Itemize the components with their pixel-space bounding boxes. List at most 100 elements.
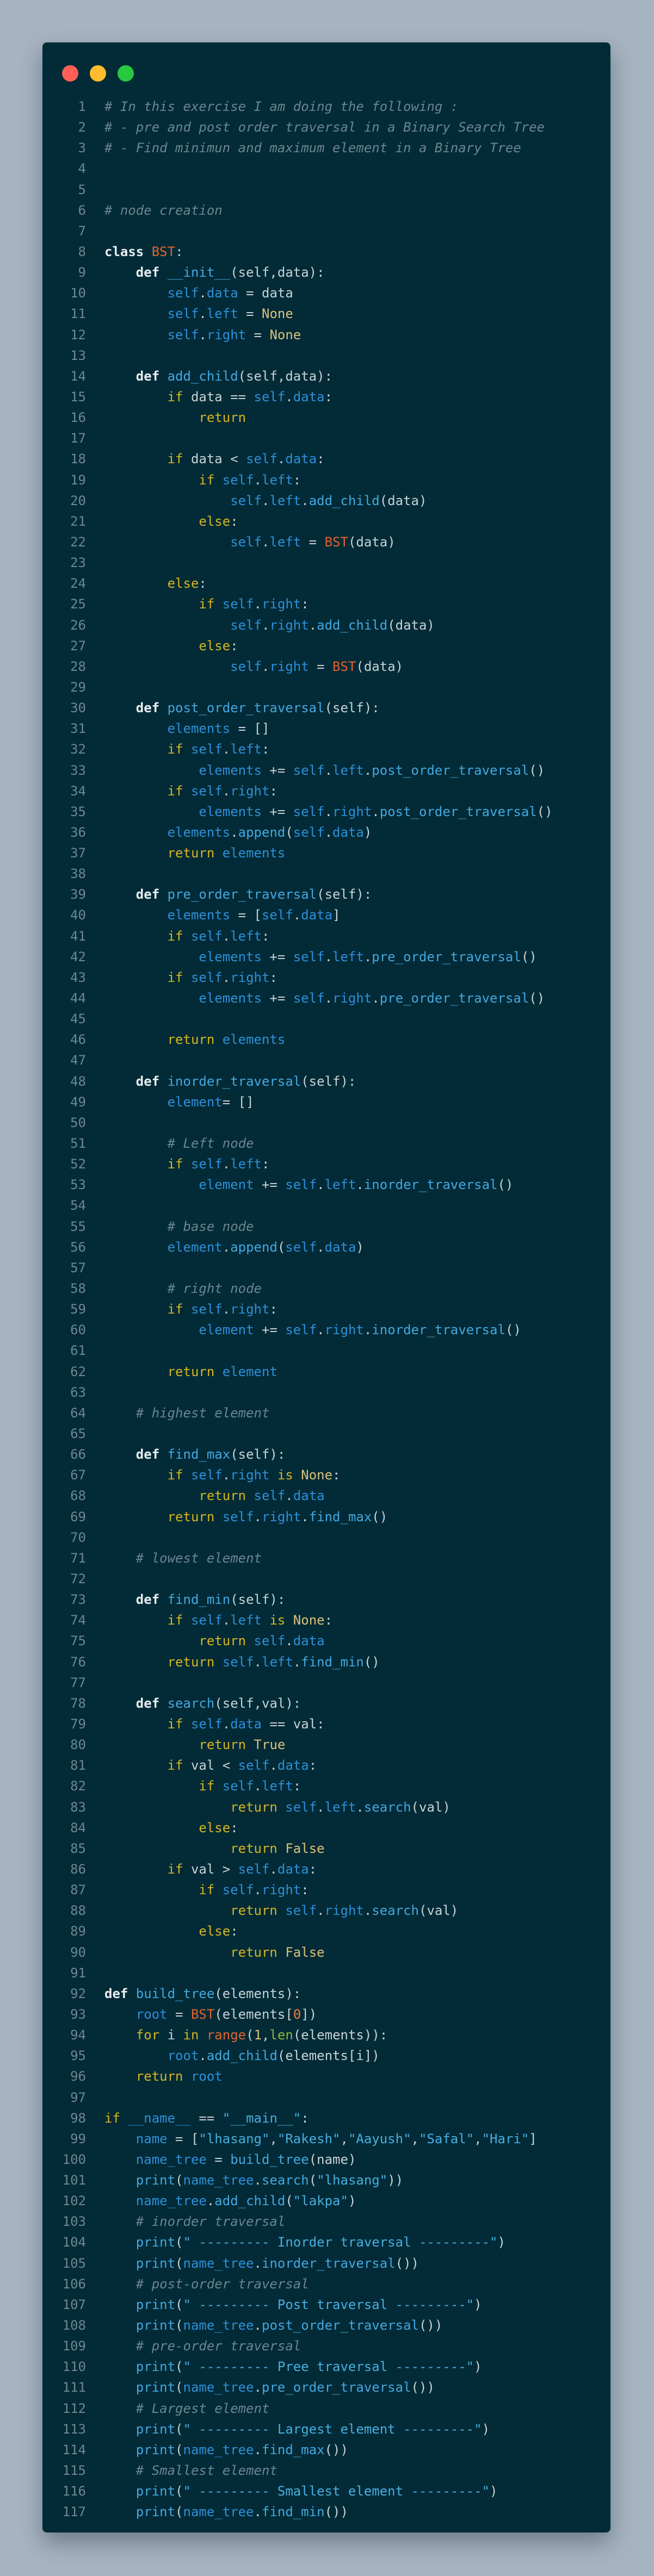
code-token: ,: [474, 2131, 482, 2146]
maximize-button[interactable]: [118, 65, 134, 82]
code-token: .: [222, 1302, 231, 1317]
code-token: .: [363, 1322, 372, 1338]
code-token: print: [135, 2318, 176, 2334]
code-token: search: [372, 1903, 419, 1919]
code-line: 81 if val < self.data:: [42, 1755, 610, 1776]
code-line: 58 # right node: [42, 1278, 610, 1299]
code-line: 111 print(name_tree.pre_order_traversal(…: [42, 2377, 610, 2398]
line-number: 10: [70, 285, 86, 301]
code-line: 114 print(name_tree.find_max()): [42, 2440, 610, 2460]
code-token: "Aayush": [348, 2131, 411, 2146]
line-source: self.data = data: [104, 283, 293, 303]
code-line: 56 element.append(self.data): [42, 1237, 610, 1258]
code-token: self: [293, 762, 325, 778]
code-line: 66 def find_max(self):: [42, 1444, 610, 1465]
code-token: i: [167, 2027, 183, 2043]
code-token: self: [222, 1778, 254, 1794]
line-source: root = BST(elements[0]): [104, 2004, 317, 2025]
line-source: print(name_tree.search("lhasang")): [104, 2170, 403, 2191]
line-source: # - pre and post order traversal in a Bi…: [104, 117, 545, 138]
code-token: None: [269, 327, 301, 343]
code-token: :: [301, 2110, 309, 2126]
code-token: .: [254, 472, 262, 488]
code-token: (self):: [317, 887, 372, 903]
code-line: 23: [42, 552, 610, 573]
line-source: else:: [104, 1818, 238, 1838]
code-token: ()): [324, 2504, 348, 2520]
code-token: find_max: [167, 1447, 231, 1463]
code-token: .: [254, 1882, 262, 1898]
line-number: 49: [70, 1094, 86, 1110]
code-token: element: [167, 1094, 223, 1110]
line-source: return: [104, 407, 246, 428]
code-token: # pre-order traversal: [135, 2338, 301, 2354]
code-token: ): [497, 2235, 505, 2250]
code-token: .: [363, 1903, 372, 1919]
code-token: else: [199, 513, 231, 529]
code-token: .: [317, 1322, 325, 1338]
code-token: print: [135, 2504, 176, 2520]
code-line: 43 if self.right:: [42, 967, 610, 988]
code-token: def: [135, 887, 168, 903]
code-line: 20 self.left.add_child(data): [42, 490, 610, 511]
line-number: 91: [70, 1965, 86, 1981]
code-token: return: [167, 1032, 223, 1048]
code-line: 69 return self.right.find_max(): [42, 1507, 610, 1527]
close-button[interactable]: [62, 65, 78, 82]
code-line: 26 self.right.add_child(data): [42, 615, 610, 636]
code-token: data: [301, 907, 333, 923]
code-token: print: [135, 2421, 176, 2437]
code-line: 109 # pre-order traversal: [42, 2336, 610, 2356]
line-number: 21: [70, 513, 86, 529]
code-token: if: [199, 596, 223, 612]
code-line: 17: [42, 428, 610, 449]
code-line: 113 print(" --------- Largest element --…: [42, 2419, 610, 2440]
line-number: 87: [70, 1882, 86, 1898]
code-token: .: [199, 306, 207, 322]
code-token: ()): [395, 2255, 419, 2271]
code-line: 32 if self.left:: [42, 739, 610, 760]
code-token: ]): [301, 2006, 317, 2022]
line-number: 88: [70, 1903, 86, 1919]
code-token: .: [269, 1861, 277, 1877]
line-source: if val > self.data:: [104, 1859, 317, 1880]
code-token: .: [301, 1509, 309, 1525]
code-token: return: [199, 1488, 254, 1504]
code-line: 50: [42, 1112, 610, 1133]
code-token: == val:: [262, 1716, 325, 1732]
code-line: 42 elements += self.left.pre_order_trave…: [42, 947, 610, 967]
line-source: # node creation: [104, 200, 223, 221]
code-line: 78 def search(self,val):: [42, 1693, 610, 1714]
code-token: (): [536, 804, 553, 819]
code-line: 5: [42, 179, 610, 200]
code-token: right: [230, 1302, 270, 1317]
code-token: .: [363, 762, 372, 778]
minimize-button[interactable]: [90, 65, 106, 82]
code-token: element: [199, 1322, 254, 1338]
code-token: left: [332, 949, 364, 965]
code-token: name_tree: [183, 2442, 254, 2457]
line-source: print(name_tree.find_max()): [104, 2440, 348, 2460]
code-token: .: [324, 991, 333, 1006]
code-token: return: [230, 1799, 286, 1815]
code-token: if: [167, 1467, 191, 1483]
line-source: if self.data == val:: [104, 1714, 325, 1734]
code-token: right: [262, 596, 301, 612]
code-token: self: [285, 1903, 317, 1919]
code-token: =: [206, 2151, 231, 2167]
code-token: pre_order_traversal: [372, 949, 521, 965]
code-token: name_tree: [183, 2504, 254, 2520]
code-token: self: [167, 306, 199, 322]
line-source: name_tree = build_tree(name): [104, 2149, 356, 2170]
code-line: 36 elements.append(self.data): [42, 822, 610, 843]
